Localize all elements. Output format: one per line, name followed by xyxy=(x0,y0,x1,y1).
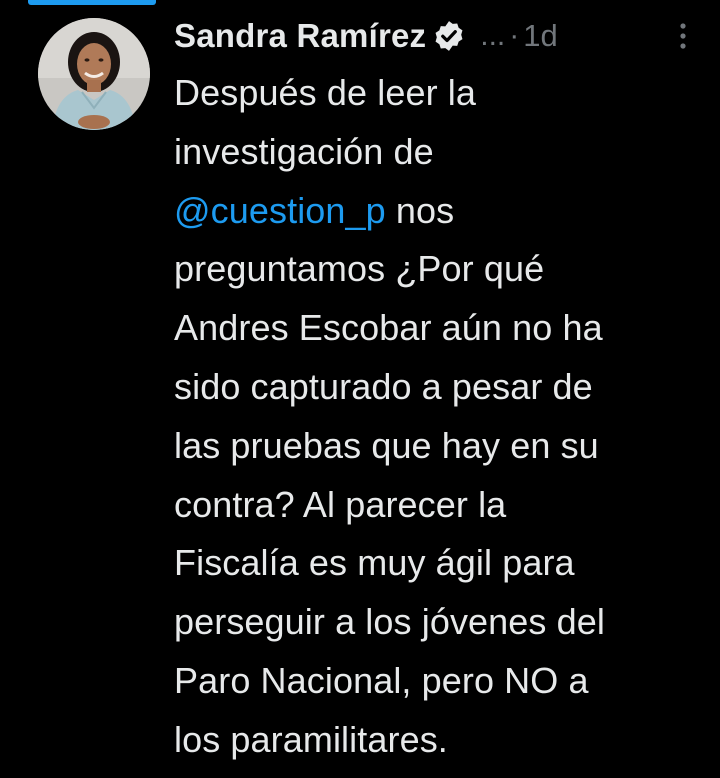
profile-photo xyxy=(38,18,150,130)
active-tab-indicator xyxy=(28,0,156,5)
tweet-text-line: preguntamos ¿Por qué xyxy=(174,248,545,290)
display-name[interactable]: Sandra Ramírez xyxy=(174,17,426,55)
tweet-text-line: Paro Nacional, pero NO a xyxy=(174,659,589,701)
tweet-text-line: perseguir a los jóvenes del xyxy=(174,601,605,643)
tweet-text-line: los paramilitares. xyxy=(174,718,448,760)
tweet-text-line: Fiscalía es muy ágil para xyxy=(174,542,575,584)
handle-truncated[interactable]: ... xyxy=(480,19,505,53)
tweet-text-line: investigación de xyxy=(174,130,434,172)
tweet-text-line: Andres Escobar aún no ha xyxy=(174,307,603,349)
tweet-text-line: @cuestion_p nos xyxy=(174,182,694,241)
tweet-text-line: sido capturado a pesar de xyxy=(174,365,593,407)
tweet-text-line: Después de leer la xyxy=(174,72,476,113)
tweet-text-line: contra? Al parecer la xyxy=(174,483,507,525)
separator-dot: · xyxy=(509,19,520,52)
tweet-text-segment: nos xyxy=(385,189,455,231)
tweet-header: Sandra Ramírez ... · 1d xyxy=(174,14,694,58)
avatar[interactable] xyxy=(38,18,150,130)
more-vertical-icon[interactable] xyxy=(678,22,688,50)
mention-link[interactable]: @cuestion_p xyxy=(174,190,386,231)
verified-badge-icon xyxy=(432,19,466,53)
timestamp[interactable]: 1d xyxy=(523,18,557,54)
tweet-text-line: las pruebas que hay en su xyxy=(174,424,599,466)
tweet-text: Después de leer la investigación de @cue… xyxy=(174,64,694,770)
